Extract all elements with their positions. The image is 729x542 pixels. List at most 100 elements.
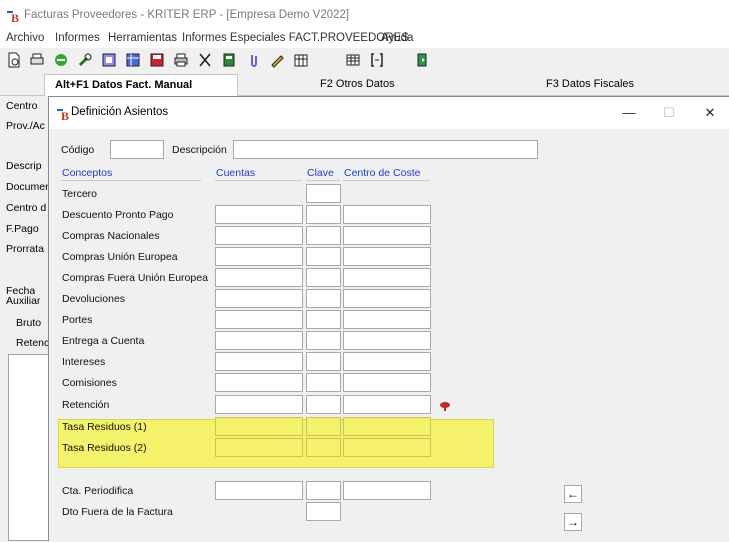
centro-coste-input[interactable] — [343, 289, 431, 308]
arrow-right-button[interactable]: → — [564, 513, 582, 531]
concepto-label: Tasa Residuos (1) — [62, 421, 147, 433]
bracket-icon[interactable] — [369, 52, 385, 68]
centro-coste-input[interactable] — [343, 205, 431, 224]
concepto-label: Tercero — [62, 188, 98, 200]
dialog-title: Definición Asientos — [71, 106, 169, 118]
table-icon[interactable] — [125, 52, 141, 68]
cuenta-input[interactable] — [215, 331, 303, 350]
clave-input[interactable] — [306, 289, 341, 308]
tab-otros-datos[interactable]: F2 Otros Datos — [320, 74, 395, 96]
menu-informes-especiales[interactable]: Informes Especiales FACT.PROVEEDORES — [182, 32, 409, 44]
centro-coste-input[interactable] — [343, 481, 431, 500]
cuenta-input[interactable] — [215, 205, 303, 224]
dialog-body: Código Descripción Conceptos Cuentas Cla… — [49, 129, 669, 542]
tab-datos-fact-manual[interactable]: Alt+F1 Datos Fact. Manual — [44, 74, 238, 96]
dialog-right-strip — [669, 129, 729, 542]
header-centro-coste: Centro de Coste — [343, 167, 430, 181]
cuenta-input[interactable] — [215, 373, 303, 392]
centro-coste-input[interactable] — [343, 395, 431, 414]
maximize-button[interactable]: ☐ — [659, 103, 679, 123]
centro-coste-input[interactable] — [343, 331, 431, 350]
save-icon[interactable] — [149, 52, 165, 68]
cuenta-input[interactable] — [215, 310, 303, 329]
label-prov: Prov./Ac — [6, 120, 45, 132]
pencil-icon[interactable] — [269, 52, 285, 68]
concepto-label: Compras Nacionales — [62, 230, 160, 242]
attach-icon[interactable] — [245, 52, 261, 68]
clave-input[interactable] — [306, 352, 341, 371]
cuenta-input[interactable] — [215, 395, 303, 414]
tools-icon[interactable] — [53, 52, 69, 68]
descripcion-label: Descripción — [172, 144, 227, 156]
centro-coste-input[interactable] — [343, 226, 431, 245]
cuenta-input[interactable] — [215, 481, 303, 500]
cuenta-input[interactable] — [215, 226, 303, 245]
toolbar — [0, 48, 729, 74]
descripcion-input[interactable] — [233, 140, 538, 159]
cuenta-input[interactable] — [215, 268, 303, 287]
close-button[interactable]: ✕ — [700, 103, 720, 123]
concepto-label: Portes — [62, 314, 93, 326]
header-clave: Clave — [306, 167, 340, 181]
centro-coste-input[interactable] — [343, 247, 431, 266]
centro-coste-input[interactable] — [343, 417, 431, 436]
exit-icon[interactable] — [414, 52, 430, 68]
app-logo-icon: B — [7, 11, 19, 23]
minimize-button[interactable]: — — [619, 103, 639, 123]
concepto-label: Intereses — [62, 356, 106, 368]
printer-icon[interactable] — [173, 52, 189, 68]
clave-input[interactable] — [306, 247, 341, 266]
centro-coste-input[interactable] — [343, 310, 431, 329]
codigo-input[interactable] — [110, 140, 164, 159]
codigo-label: Código — [61, 144, 95, 156]
clave-input[interactable] — [306, 226, 341, 245]
concepto-label: Descuento Pronto Pago — [62, 209, 174, 221]
calculator-icon[interactable] — [221, 52, 237, 68]
grid-icon[interactable] — [345, 52, 361, 68]
svg-text:B: B — [11, 11, 19, 23]
label-prorrata: Prorrata — [6, 243, 44, 255]
centro-coste-input[interactable] — [343, 373, 431, 392]
tab-strip: Alt+F1 Datos Fact. Manual F2 Otros Datos… — [0, 74, 729, 96]
print-icon[interactable] — [29, 52, 45, 68]
cuenta-input[interactable] — [215, 247, 303, 266]
tab-datos-fiscales[interactable]: F3 Datos Fiscales — [546, 74, 634, 96]
dialog-titlebar: B Definición Asientos — ☐ ✕ — [49, 97, 729, 129]
centro-coste-input[interactable] — [343, 352, 431, 371]
arrow-left-button[interactable]: ← — [564, 485, 582, 503]
clave-input[interactable] — [306, 395, 341, 414]
new-document-icon[interactable] — [6, 52, 22, 68]
cuenta-input[interactable] — [215, 289, 303, 308]
clave-input[interactable] — [306, 205, 341, 224]
clave-input[interactable] — [306, 331, 341, 350]
centro-coste-input[interactable] — [343, 438, 431, 457]
cuenta-input[interactable] — [215, 352, 303, 371]
label-retenc: Retenc — [16, 337, 48, 349]
clave-input[interactable] — [306, 184, 341, 203]
clave-input[interactable] — [306, 417, 341, 436]
calendar-icon[interactable] — [293, 52, 309, 68]
wrench-icon[interactable] — [77, 52, 93, 68]
retencion-info-icon[interactable] — [439, 401, 451, 411]
label-auxiliar: Auxiliar — [6, 295, 41, 307]
clave-input[interactable] — [306, 268, 341, 287]
clave-input[interactable] — [306, 502, 341, 521]
background-form: Centro Prov./Ac Descrip Documen Centro d… — [0, 96, 48, 541]
concepto-label: Devoluciones — [62, 293, 126, 305]
menu-ayuda[interactable]: Ayuda — [381, 32, 413, 44]
concepto-label: Compras Fuera Unión Europea — [62, 272, 208, 284]
cut-icon[interactable] — [197, 52, 213, 68]
cuenta-input[interactable] — [215, 438, 303, 457]
clave-input[interactable] — [306, 310, 341, 329]
database-icon[interactable] — [101, 52, 117, 68]
clave-input[interactable] — [306, 438, 341, 457]
menu-archivo[interactable]: Archivo — [6, 32, 44, 44]
cuenta-input[interactable] — [215, 417, 303, 436]
concepto-label: Retención — [62, 399, 110, 411]
clave-input[interactable] — [306, 373, 341, 392]
menu-informes[interactable]: Informes — [55, 32, 100, 44]
clave-input[interactable] — [306, 481, 341, 500]
centro-coste-input[interactable] — [343, 268, 431, 287]
dialog-app-icon: B — [57, 109, 69, 121]
menu-herramientas[interactable]: Herramientas — [108, 32, 177, 44]
